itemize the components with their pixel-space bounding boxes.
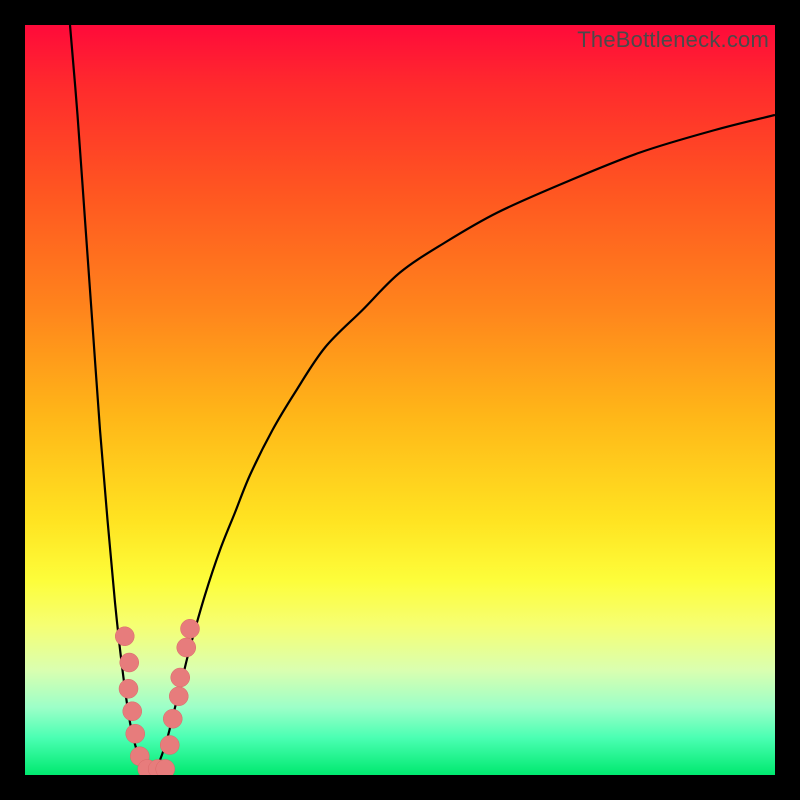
plot-area: TheBottleneck.com (25, 25, 775, 775)
dot (126, 724, 145, 743)
dot (123, 702, 142, 721)
dot (160, 736, 179, 755)
dot (177, 638, 196, 657)
dot (181, 619, 200, 638)
dot (163, 709, 182, 728)
dot (119, 679, 138, 698)
dot (169, 687, 188, 706)
watermark-text: TheBottleneck.com (577, 27, 769, 53)
chart-frame: TheBottleneck.com (0, 0, 800, 800)
right-curve (153, 115, 776, 775)
curves-layer (25, 25, 775, 775)
dot (115, 627, 134, 646)
dot (171, 668, 190, 687)
highlight-dots (115, 619, 199, 775)
dot (120, 653, 139, 672)
left-curve (70, 25, 153, 775)
